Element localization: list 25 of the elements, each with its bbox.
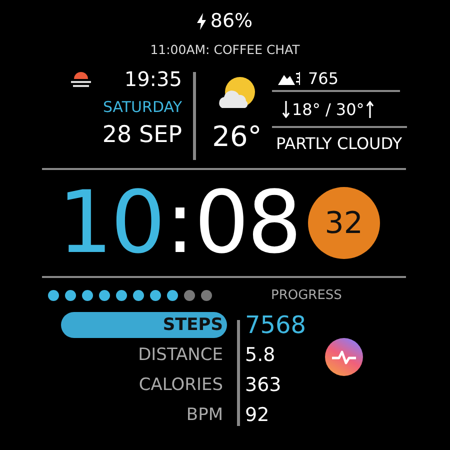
count-badge: 32 <box>308 187 380 259</box>
temperature-range: 18° / 30° <box>292 100 364 118</box>
stat-label[interactable]: STEPS <box>61 312 227 338</box>
up-arrow-icon <box>366 100 374 118</box>
temperature: 26° <box>212 120 262 153</box>
battery-level: 86% <box>210 10 253 32</box>
down-arrow-icon <box>282 100 290 118</box>
altitude: 765 <box>308 68 339 88</box>
weekday: SATURDAY <box>102 98 182 116</box>
stat-value: 363 <box>245 373 282 398</box>
sunset-time: 19:35 <box>124 67 182 91</box>
stat-label[interactable]: DISTANCE <box>61 342 227 368</box>
clock-time: 10:08 <box>58 180 300 266</box>
sunset-icon <box>70 71 92 87</box>
stat-label[interactable]: BPM <box>61 402 227 428</box>
mountain-icon <box>278 72 300 84</box>
event-text: 11:00AM: COFFEE CHAT <box>149 42 301 59</box>
progress-label: PROGRESS <box>270 288 343 302</box>
stat-value: 5.8 <box>245 343 276 368</box>
weather-condition: PARTLY CLOUDY <box>275 134 403 153</box>
heartbeat-icon[interactable] <box>325 338 363 376</box>
stat-value: 92 <box>245 403 270 428</box>
stat-label[interactable]: CALORIES <box>61 372 227 398</box>
stat-value: 7568 <box>245 312 308 338</box>
date: 28 SEP <box>101 122 182 148</box>
